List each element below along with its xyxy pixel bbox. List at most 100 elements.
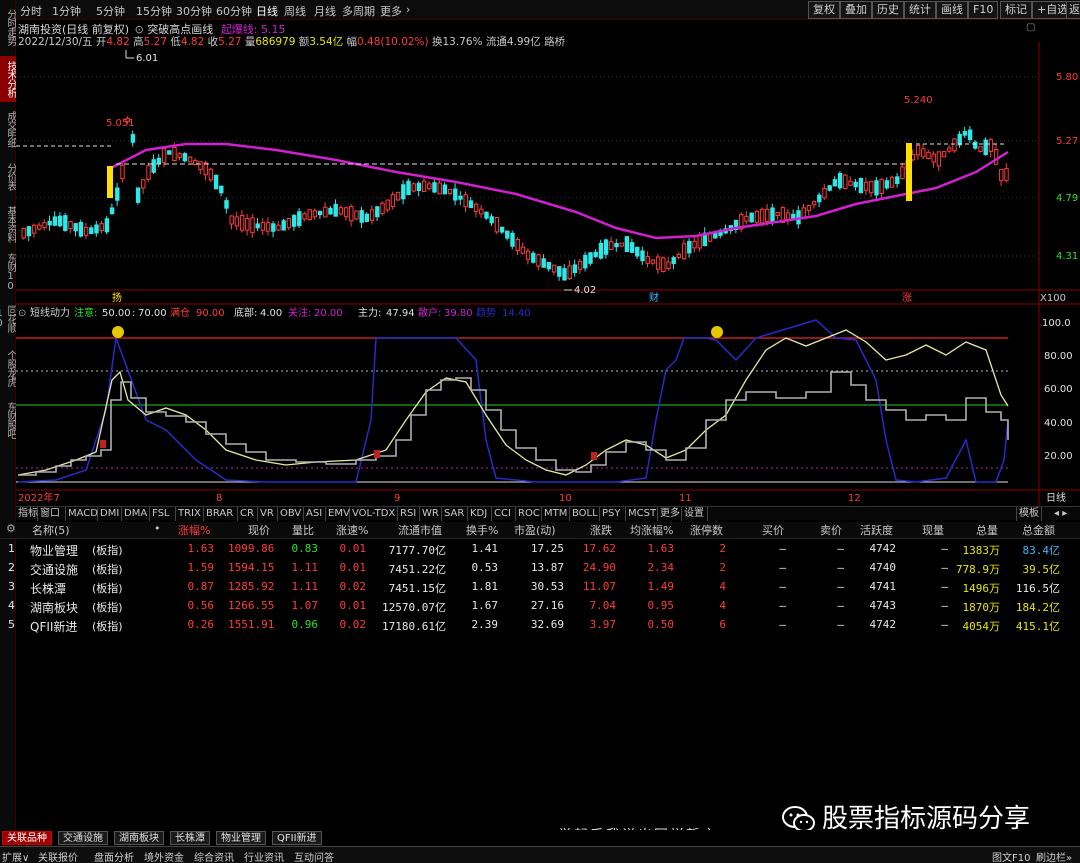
row-limit-count: 4 <box>719 599 726 612</box>
bottom-tab-1[interactable]: 交通设施 <box>58 831 108 845</box>
bottom-bar-item-1[interactable]: 关联报价 <box>38 849 78 863</box>
indicator-tab-10[interactable]: OBV <box>278 507 304 521</box>
period-weekly[interactable]: 周线 <box>284 3 306 19</box>
col-cur[interactable]: 现量 <box>922 522 944 538</box>
sidebar-item-dragon-tiger[interactable]: 个股龙虎 <box>0 344 16 392</box>
indicator-tab-0[interactable]: 指标 <box>16 507 38 521</box>
indicator-tab-20[interactable]: MTM <box>542 507 570 521</box>
back-button[interactable]: 返回 <box>1066 1 1080 19</box>
chevron-right-icon[interactable]: › <box>406 3 410 16</box>
col-vol[interactable]: 总量 <box>976 522 998 538</box>
indicator-tab-25[interactable]: 设置 <box>682 507 708 521</box>
period-1min[interactable]: 1分钟 <box>52 3 81 19</box>
indicator-tab-13[interactable]: VOL-TDX <box>350 507 398 521</box>
indicator-tab-9[interactable]: VR <box>258 507 278 521</box>
gear-icon[interactable]: ⚙ <box>6 522 16 535</box>
bottom-bar-item-0[interactable]: 扩展∨ <box>2 849 29 863</box>
indicator-tab-7[interactable]: BRAR <box>204 507 238 521</box>
mark-button[interactable]: 标记 <box>1000 1 1032 19</box>
indicator-tab-18[interactable]: CCI <box>492 507 516 521</box>
col-spd[interactable]: 涨速% <box>336 522 368 538</box>
period-30min[interactable]: 30分钟 <box>176 3 212 19</box>
period-monthly[interactable]: 月线 <box>314 3 336 19</box>
col-vr[interactable]: 量比 <box>292 522 314 538</box>
indicator-tab-19[interactable]: ROC <box>516 507 542 521</box>
sidebar-item-basic-info[interactable]: 基本资料 <box>0 200 16 248</box>
period-15min[interactable]: 15分钟 <box>136 3 172 19</box>
col-lim[interactable]: 涨停数 <box>690 522 723 538</box>
col-amt[interactable]: 总金额 <box>1022 522 1055 538</box>
period-multi[interactable]: 多周期 <box>342 3 375 19</box>
indicator-tab-5[interactable]: FSL <box>150 507 176 521</box>
candle-body <box>754 210 760 223</box>
stats-button[interactable]: 统计 <box>904 1 936 19</box>
sidebar-item-time-share[interactable]: 分时走势 <box>0 2 16 52</box>
indicator-tab-15[interactable]: WR <box>420 507 442 521</box>
scroll-arrows-icon[interactable]: ◂ ▸ <box>1052 507 1069 521</box>
period-daily[interactable]: 日线 <box>256 3 278 19</box>
indicator-tab-22[interactable]: PSY <box>600 507 626 521</box>
adjust-button[interactable]: 复权 <box>808 1 840 19</box>
indicator-tab-6[interactable]: TRIX <box>176 507 204 521</box>
bottom-tab-3[interactable]: 长株潭 <box>170 831 210 845</box>
indicator-tab-21[interactable]: BOLL <box>570 507 600 521</box>
bottom-bar-item-3[interactable]: 境外资金 <box>144 849 184 863</box>
sidebar-item-ths-10[interactable]: 同花顺10 <box>0 296 16 340</box>
candle-body <box>120 164 125 180</box>
kline-chart[interactable]: ▢ 5.80 5.27 4.79 4.31 6.01 5.051 5.240 4… <box>16 20 1080 506</box>
table-row[interactable]: 5 QFII新进 (板指) 0.26 1551.91 0.96 0.02 17180.61亿 2… <box>0 616 1080 635</box>
template-tab[interactable]: 模板 <box>1016 507 1042 521</box>
indicator-tab-16[interactable]: SAR <box>442 507 468 521</box>
indicator-tab-23[interactable]: MCST <box>626 507 658 521</box>
indicator-tab-4[interactable]: DMA <box>122 507 150 521</box>
history-button[interactable]: 历史 <box>872 1 904 19</box>
col-diff[interactable]: 涨跌 <box>590 522 612 538</box>
period-5min[interactable]: 5分钟 <box>96 3 125 19</box>
table-row[interactable]: 4 湖南板块 (板指) 0.56 1266.55 1.07 0.01 12570.07亿 1.6… <box>0 597 1080 616</box>
candle-body <box>609 241 614 251</box>
table-row[interactable]: 1 物业管理 (板指) 1.63 1099.86 0.83 0.01 7177.70亿 1.41… <box>0 540 1080 559</box>
bottom-bar-right-1[interactable]: 刷边栏» <box>1036 849 1072 863</box>
sidebar-item-trade-detail[interactable]: 成交明细 <box>0 106 16 152</box>
indicator-tab-14[interactable]: RSI <box>398 507 420 521</box>
period-time-share[interactable]: 分时 <box>20 3 42 19</box>
indicator-tab-24[interactable]: 更多 <box>658 507 682 521</box>
col-bid[interactable]: 买价 <box>762 522 784 538</box>
table-row[interactable]: 3 长株潭 (板指) 0.87 1285.92 1.11 0.02 7451.15亿 1.81 3… <box>0 578 1080 597</box>
bottom-bar-item-6[interactable]: 互动问答 <box>294 849 334 863</box>
sidebar-item-eastmoney-10[interactable]: 东财10 <box>0 252 16 292</box>
col-pe[interactable]: 市盈(动) <box>514 522 556 538</box>
sidebar-item-price-table[interactable]: 分价表 <box>0 156 16 196</box>
bottom-tab-0[interactable]: 关联品种 <box>2 831 52 845</box>
bottom-bar-right-0[interactable]: 图文F10 <box>992 849 1030 863</box>
bottom-bar-item-2[interactable]: 盘面分析 <box>94 849 134 863</box>
bottom-tab-4[interactable]: 物业管理 <box>216 831 266 845</box>
period-more[interactable]: 更多 <box>380 3 402 19</box>
col-mcap[interactable]: 流通市值 <box>398 522 442 538</box>
col-name[interactable]: 名称(5) <box>32 522 70 538</box>
period-60min[interactable]: 60分钟 <box>216 3 252 19</box>
bottom-bar-item-4[interactable]: 综合资讯 <box>194 849 234 863</box>
col-price[interactable]: 现价 <box>248 522 270 538</box>
sidebar-item-technical-analysis[interactable]: 技术分析 <box>0 56 16 102</box>
draw-line-button[interactable]: 画线 <box>936 1 968 19</box>
f10-button[interactable]: F10 <box>968 1 999 19</box>
indicator-tab-8[interactable]: CR <box>238 507 258 521</box>
col-avg[interactable]: 均涨幅% <box>630 522 673 538</box>
indicator-tab-11[interactable]: ASI <box>304 507 326 521</box>
table-row[interactable]: 2 交通设施 (板指) 1.59 1594.15 1.11 0.01 7451.22亿 0.53… <box>0 559 1080 578</box>
col-act[interactable]: 活跃度 <box>860 522 893 538</box>
indicator-tab-2[interactable]: MACD <box>66 507 98 521</box>
bottom-tab-2[interactable]: 湖南板块 <box>114 831 164 845</box>
indicator-tab-3[interactable]: DMI <box>98 507 122 521</box>
overlay-button[interactable]: 叠加 <box>840 1 872 19</box>
col-ask[interactable]: 卖价 <box>820 522 842 538</box>
col-chg[interactable]: 涨幅% <box>178 522 210 538</box>
sidebar-item-forum[interactable]: 东财股吧 <box>0 396 16 444</box>
indicator-tab-12[interactable]: EMV <box>326 507 350 521</box>
bottom-tab-5[interactable]: QFII新进 <box>272 831 322 845</box>
col-turn[interactable]: 换手% <box>466 522 498 538</box>
indicator-tab-1[interactable]: 窗口 <box>38 507 66 521</box>
bottom-bar-item-5[interactable]: 行业资讯 <box>244 849 284 863</box>
indicator-tab-17[interactable]: KDJ <box>468 507 492 521</box>
